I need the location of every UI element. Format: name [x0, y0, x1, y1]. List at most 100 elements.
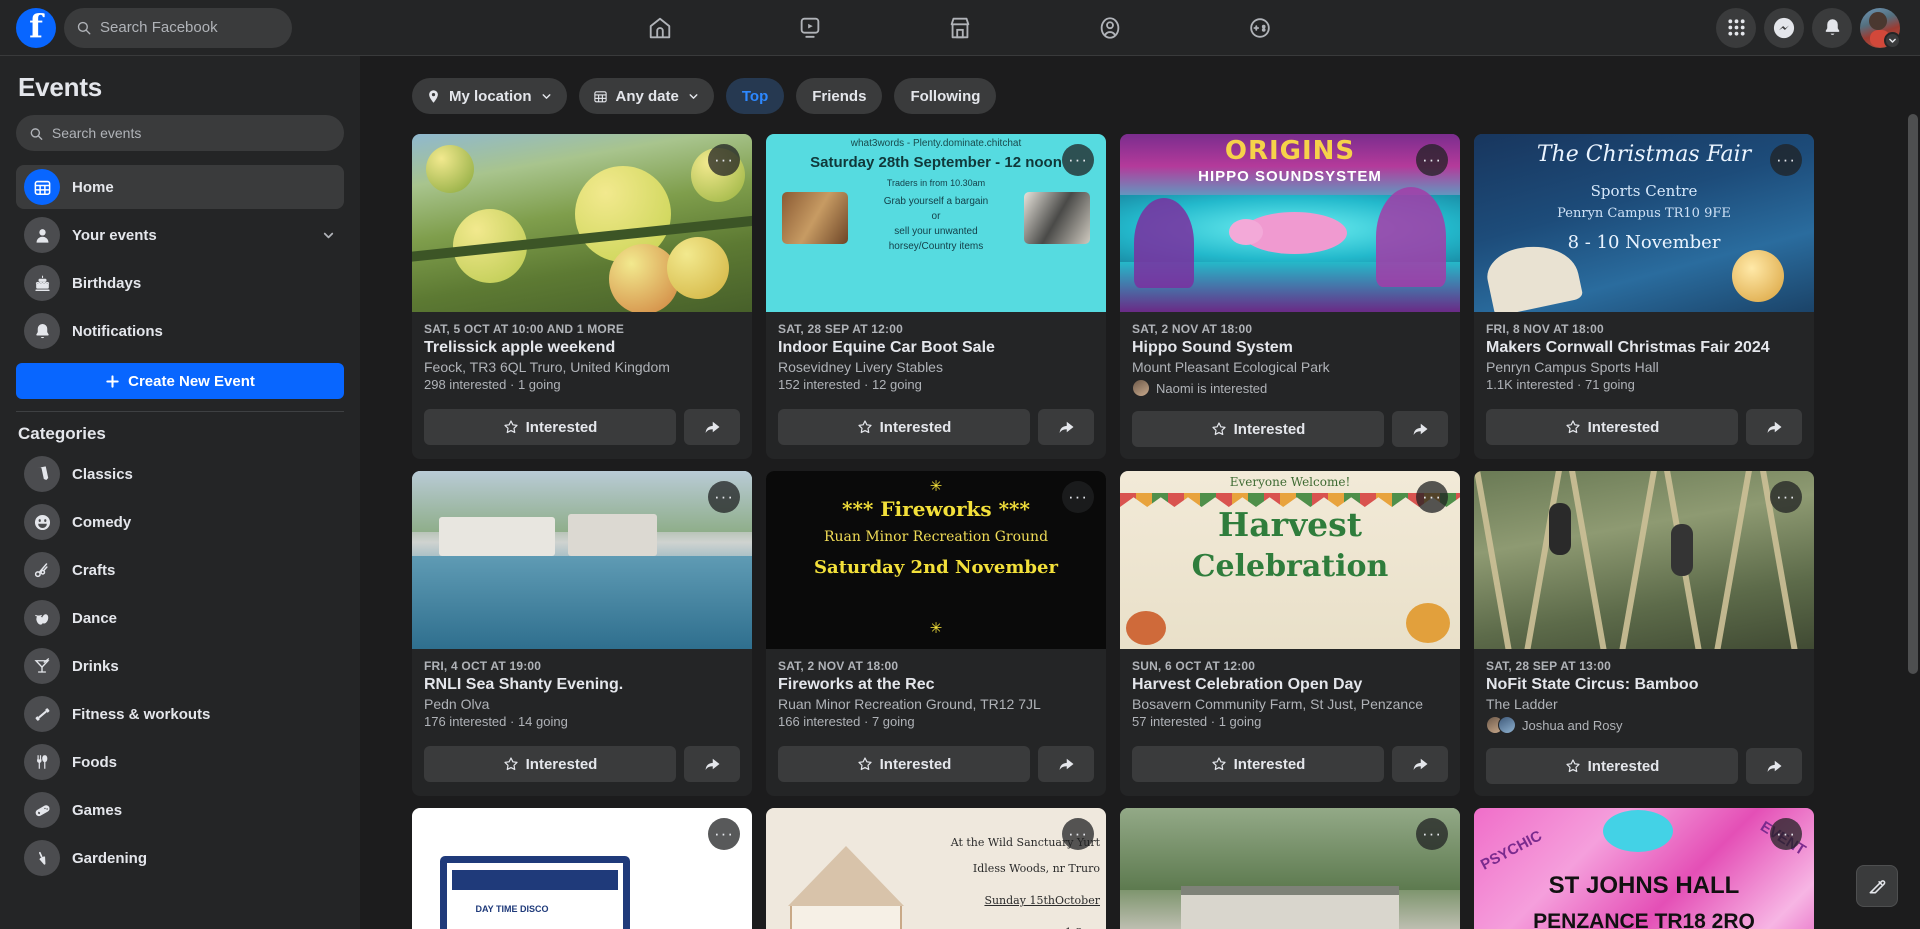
interested-button[interactable]: Interested	[1132, 411, 1384, 447]
interested-button[interactable]: Interested	[1486, 748, 1738, 784]
event-card-image[interactable]: ···	[412, 134, 752, 312]
event-card-image[interactable]: ORIGINS HIPPO SOUNDSYSTEM ···	[1120, 134, 1460, 312]
smiley-icon	[24, 504, 60, 540]
event-card-menu-button[interactable]: ···	[1416, 481, 1448, 513]
event-title[interactable]: RNLI Sea Shanty Evening.	[424, 676, 740, 694]
share-button[interactable]	[684, 409, 740, 445]
nav-tab-video[interactable]	[754, 4, 866, 52]
create-new-event-button[interactable]: Create New Event	[16, 363, 344, 399]
event-card-menu-button[interactable]: ···	[1062, 144, 1094, 176]
share-button[interactable]	[1392, 746, 1448, 782]
notifications-button[interactable]	[1812, 7, 1852, 48]
event-card-image[interactable]: ✳ *** Fireworks *** Ruan Minor Recreation …	[766, 471, 1106, 649]
event-card-image[interactable]: DAY TIME DISCO ···	[412, 808, 752, 929]
menu-grid-button[interactable]	[1716, 7, 1756, 48]
sidebar-item-notifications[interactable]: Notifications	[16, 309, 344, 353]
event-title[interactable]: Makers Cornwall Christmas Fair 2024	[1486, 339, 1802, 357]
star-icon	[1212, 757, 1226, 771]
event-poster-art	[1120, 808, 1460, 929]
sidebar-item-classics[interactable]: Classics	[16, 452, 344, 496]
event-card[interactable]: ORIGINS HIPPO SOUNDSYSTEM ··· SAT, 2 NOV AT…	[1120, 134, 1460, 459]
sidebar-item-foods[interactable]: Foods	[16, 740, 344, 784]
events-search-input[interactable]	[51, 125, 331, 141]
event-card-menu-button[interactable]: ···	[708, 144, 740, 176]
nav-tab-gaming[interactable]	[1204, 4, 1316, 52]
event-card-menu-button[interactable]: ···	[1062, 481, 1094, 513]
share-button[interactable]	[1038, 409, 1094, 445]
profile-avatar-button[interactable]	[1860, 7, 1901, 49]
interested-button[interactable]: Interested	[424, 409, 676, 445]
event-card[interactable]: DAY TIME DISCO ···	[412, 808, 752, 929]
location-filter-button[interactable]: My location	[412, 78, 567, 114]
event-card[interactable]: what3words - Plenty.dominate.chitchat Sat…	[766, 134, 1106, 459]
nav-tab-home[interactable]	[604, 4, 716, 52]
event-card[interactable]: The Christmas Fair Sports Centre Penryn Ca…	[1474, 134, 1814, 459]
event-title[interactable]: Trelissick apple weekend	[424, 339, 740, 357]
event-card-menu-button[interactable]: ···	[1062, 818, 1094, 850]
sidebar-item-birthdays[interactable]: Birthdays	[16, 261, 344, 305]
event-card-menu-button[interactable]: ···	[708, 818, 740, 850]
interested-label: Interested	[1233, 420, 1306, 438]
events-search-box[interactable]	[16, 115, 344, 151]
tab-top[interactable]: Top	[725, 78, 785, 114]
event-card-image[interactable]: Everyone Welcome! Harvest Celebration ···	[1120, 471, 1460, 649]
sidebar-item-crafts[interactable]: Crafts	[16, 548, 344, 592]
facebook-logo[interactable]	[16, 7, 56, 48]
share-button[interactable]	[1746, 409, 1802, 445]
event-card-image[interactable]: ···	[412, 471, 752, 649]
event-card-menu-button[interactable]: ···	[1416, 818, 1448, 850]
event-card-image[interactable]: The Christmas Fair Sports Centre Penryn Ca…	[1474, 134, 1814, 312]
event-card[interactable]: Everyone Welcome! Harvest Celebration ··· SU…	[1120, 471, 1460, 796]
event-card-menu-button[interactable]: ···	[708, 481, 740, 513]
nav-tab-marketplace[interactable]	[904, 4, 1016, 52]
event-card-menu-button[interactable]: ···	[1770, 481, 1802, 513]
sidebar-item-games[interactable]: Games	[16, 788, 344, 832]
event-title[interactable]: Harvest Celebration Open Day	[1132, 676, 1448, 694]
event-card[interactable]: At the Wild Sanctuary Yurt Idless Woods, …	[766, 808, 1106, 929]
event-card[interactable]: ✳ *** Fireworks *** Ruan Minor Recreation …	[766, 471, 1106, 796]
share-button[interactable]	[1746, 748, 1802, 784]
scrollbar-thumb[interactable]	[1908, 114, 1918, 674]
share-button[interactable]	[1038, 746, 1094, 782]
event-card-image[interactable]: PSYCHICEVENTST JOHNS HALLPENZANCE TR18 2…	[1474, 808, 1814, 929]
event-card-image[interactable]: At the Wild Sanctuary Yurt Idless Woods, …	[766, 808, 1106, 929]
event-card[interactable]: ···	[1120, 808, 1460, 929]
tab-following[interactable]: Following	[894, 78, 997, 114]
sidebar-item-your-events[interactable]: Your events	[16, 213, 344, 257]
messenger-button[interactable]	[1764, 7, 1804, 48]
sidebar-item-drinks[interactable]: Drinks	[16, 644, 344, 688]
date-filter-button[interactable]: Any date	[578, 78, 714, 114]
sidebar-item-dance[interactable]: Dance	[16, 596, 344, 640]
facebook-search-box[interactable]	[64, 7, 292, 48]
event-card-menu-button[interactable]: ···	[1770, 144, 1802, 176]
sidebar-item-home[interactable]: Home	[16, 165, 344, 209]
event-card[interactable]: PSYCHICEVENTST JOHNS HALLPENZANCE TR18 2…	[1474, 808, 1814, 929]
event-title[interactable]: Fireworks at the Rec	[778, 676, 1094, 694]
event-card-menu-button[interactable]: ···	[1416, 144, 1448, 176]
sidebar-item-gardening[interactable]: Gardening	[16, 836, 344, 880]
share-button[interactable]	[684, 746, 740, 782]
interested-button[interactable]: Interested	[1486, 409, 1738, 445]
compose-event-button[interactable]	[1856, 865, 1898, 907]
sidebar-item-fitness-workouts[interactable]: Fitness & workouts	[16, 692, 344, 736]
event-card[interactable]: ··· FRI, 4 OCT AT 19:00 RNLI Sea Shanty Ev…	[412, 471, 752, 796]
facebook-search-input[interactable]	[100, 19, 280, 36]
nav-tab-groups[interactable]	[1054, 4, 1166, 52]
event-card-menu-button[interactable]: ···	[1770, 818, 1802, 850]
sidebar-item-comedy[interactable]: Comedy	[16, 500, 344, 544]
event-title[interactable]: NoFit State Circus: Bamboo	[1486, 676, 1802, 694]
tab-friends[interactable]: Friends	[796, 78, 883, 114]
interested-button[interactable]: Interested	[424, 746, 676, 782]
chevron-down-icon[interactable]	[321, 228, 336, 243]
event-card[interactable]: ··· SAT, 5 OCT AT 10:00 AND 1 MORE Treliss…	[412, 134, 752, 459]
event-card-image[interactable]: ···	[1474, 471, 1814, 649]
event-title[interactable]: Indoor Equine Car Boot Sale	[778, 339, 1094, 357]
event-card[interactable]: ··· SAT, 28 SEP AT 13:00 NoFit State Circu…	[1474, 471, 1814, 796]
share-button[interactable]	[1392, 411, 1448, 447]
event-card-image[interactable]: ···	[1120, 808, 1460, 929]
interested-button[interactable]: Interested	[778, 746, 1030, 782]
interested-button[interactable]: Interested	[1132, 746, 1384, 782]
event-title[interactable]: Hippo Sound System	[1132, 339, 1448, 357]
event-card-image[interactable]: what3words - Plenty.dominate.chitchat Sat…	[766, 134, 1106, 312]
interested-button[interactable]: Interested	[778, 409, 1030, 445]
